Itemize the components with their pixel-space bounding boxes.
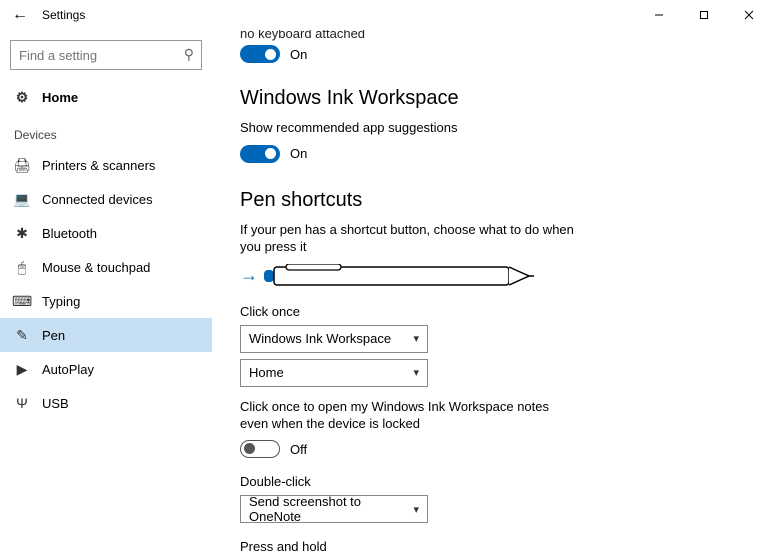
sidebar-item-label: Printers & scanners [42, 158, 155, 173]
printer-icon: 🖨 [12, 157, 32, 174]
search-icon: ⚲ [184, 46, 194, 63]
connected-devices-icon: 💻 [12, 191, 32, 208]
sidebar-item-bluetooth[interactable]: ✱ Bluetooth [0, 216, 212, 250]
search-input[interactable] [10, 40, 202, 70]
sidebar-item-label: Bluetooth [42, 226, 97, 241]
click-once-select[interactable]: Windows Ink Workspace ▾ [240, 325, 428, 353]
search-box[interactable]: ⚲ [10, 40, 202, 70]
toggle-state-label: On [290, 146, 307, 161]
sidebar-item-label: Typing [42, 294, 80, 309]
autoplay-icon: ▶ [12, 361, 32, 378]
double-click-label: Double-click [240, 474, 771, 489]
sidebar-item-usb[interactable]: Ψ USB [0, 386, 212, 420]
usb-icon: Ψ [12, 395, 32, 411]
close-button[interactable] [726, 0, 771, 30]
back-button[interactable]: ← [0, 0, 40, 30]
pen-shortcuts-title: Pen shortcuts [240, 189, 771, 212]
chevron-down-icon: ▾ [413, 332, 419, 345]
ink-suggestions-label: Show recommended app suggestions [240, 120, 580, 137]
no-keyboard-toggle[interactable] [240, 45, 280, 63]
pen-shortcuts-desc: If your pen has a shortcut button, choos… [240, 222, 580, 256]
toggle-state-label: Off [290, 442, 307, 457]
press-hold-label: Press and hold [240, 539, 771, 554]
caption-buttons [636, 0, 771, 30]
click-once-locked-label: Click once to open my Windows Ink Worksp… [240, 399, 580, 433]
sidebar-item-label: Connected devices [42, 192, 153, 207]
mouse-icon: 🖱 [12, 259, 32, 276]
pen-icon: ✎ [12, 327, 32, 344]
sidebar-item-label: USB [42, 396, 69, 411]
sidebar-item-mouse[interactable]: 🖱 Mouse & touchpad [0, 250, 212, 284]
windows-ink-title: Windows Ink Workspace [240, 87, 771, 110]
minimize-button[interactable] [636, 0, 681, 30]
chevron-down-icon: ▾ [413, 503, 419, 516]
sidebar-item-autoplay[interactable]: ▶ AutoPlay [0, 352, 212, 386]
sidebar-item-label: Home [42, 90, 78, 105]
sidebar-item-connected-devices[interactable]: 💻 Connected devices [0, 182, 212, 216]
select-value: Windows Ink Workspace [249, 331, 391, 346]
click-once-label: Click once [240, 304, 771, 319]
select-value: Send screenshot to OneNote [249, 494, 413, 524]
gear-icon: ⚙ [12, 89, 32, 106]
ink-suggestions-toggle[interactable] [240, 145, 280, 163]
keyboard-icon: ⌨ [12, 293, 32, 310]
sidebar-section-header: Devices [0, 114, 212, 148]
pen-illustration: → [240, 264, 771, 288]
sidebar-item-printers[interactable]: 🖨 Printers & scanners [0, 148, 212, 182]
content-area: no keyboard attached On Windows Ink Work… [212, 30, 771, 560]
sidebar-item-label: Pen [42, 328, 65, 343]
pen-image [264, 264, 534, 288]
toggle-state-label: On [290, 47, 307, 62]
sidebar-item-pen[interactable]: ✎ Pen [0, 318, 212, 352]
sidebar-item-label: Mouse & touchpad [42, 260, 150, 275]
titlebar: ← Settings [0, 0, 771, 30]
sidebar-home[interactable]: ⚙ Home [0, 80, 212, 114]
truncated-setting-label: no keyboard attached [240, 30, 771, 41]
select-value: Home [249, 365, 284, 380]
arrow-right-icon: → [240, 265, 258, 286]
sidebar-item-typing[interactable]: ⌨ Typing [0, 284, 212, 318]
sidebar-item-label: AutoPlay [42, 362, 94, 377]
app-title: Settings [42, 8, 85, 22]
click-once-sub-select[interactable]: Home ▾ [240, 359, 428, 387]
click-once-locked-toggle[interactable] [240, 440, 280, 458]
maximize-button[interactable] [681, 0, 726, 30]
double-click-select[interactable]: Send screenshot to OneNote ▾ [240, 495, 428, 523]
chevron-down-icon: ▾ [413, 366, 419, 379]
bluetooth-icon: ✱ [12, 225, 32, 242]
sidebar: ⚲ ⚙ Home Devices 🖨 Printers & scanners 💻… [0, 30, 212, 560]
